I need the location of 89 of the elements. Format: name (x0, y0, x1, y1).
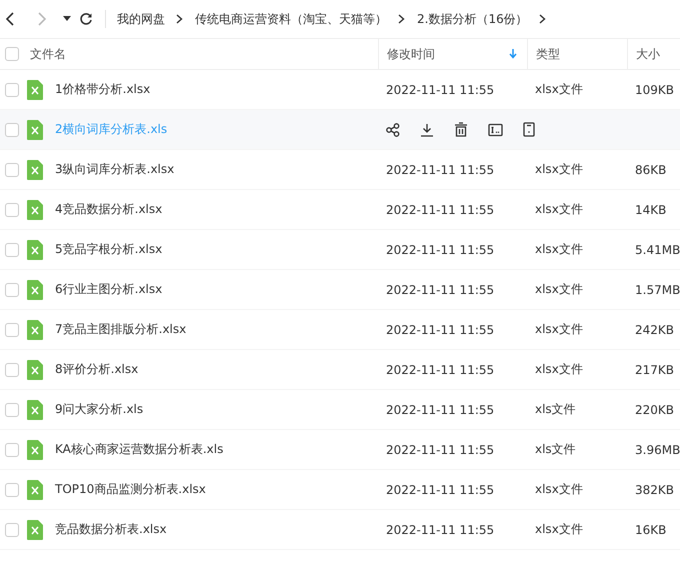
column-header[interactable]: 文件名 (30, 46, 66, 62)
file-name[interactable]: 4竞品数据分析.xlsx (55, 201, 162, 218)
row-checkbox[interactable] (5, 322, 19, 336)
file-name[interactable]: KA核心商家运营数据分析表.xls (55, 441, 224, 458)
modified-time: 2022-11-11 11:55 (386, 522, 494, 536)
row-checkbox[interactable] (5, 282, 19, 296)
chevron-icon (176, 14, 183, 24)
file-name[interactable]: 8评价分析.xlsx (55, 361, 138, 378)
file-name[interactable]: TOP10商品监测分析表.xlsx (55, 481, 206, 498)
file-type: xlsx文件 (535, 202, 583, 216)
file-name[interactable]: 7竞品主图排版分析.xlsx (55, 321, 186, 338)
spreadsheet-file-icon (27, 160, 43, 180)
modified-time: 2022-11-11 11:55 (386, 82, 494, 96)
forward-icon[interactable] (37, 12, 47, 26)
breadcrumb-item[interactable]: 传统电商运营资料（淘宝、天猫等） (195, 10, 387, 28)
file-size: 1.57MB (635, 282, 680, 296)
row-checkbox[interactable] (5, 162, 19, 176)
details-icon[interactable] (523, 122, 535, 137)
column-header[interactable]: 修改时间 (387, 46, 435, 62)
row-checkbox[interactable] (5, 522, 19, 536)
file-type: xlsx文件 (535, 242, 583, 256)
row-checkbox[interactable] (5, 402, 19, 416)
file-type: xls文件 (535, 402, 576, 416)
modified-time: 2022-11-11 11:55 (386, 402, 494, 416)
file-size: 5.41MB (635, 242, 680, 256)
row-checkbox[interactable] (5, 82, 19, 96)
share-icon[interactable] (386, 122, 400, 136)
row-checkbox[interactable] (5, 202, 19, 216)
modified-time: 2022-11-11 11:55 (386, 442, 494, 456)
file-name[interactable]: 3纵向词库分析表.xlsx (55, 161, 174, 178)
file-name[interactable]: 1价格带分析.xlsx (55, 81, 150, 98)
file-type: xlsx文件 (535, 362, 583, 376)
spreadsheet-file-icon (27, 320, 43, 340)
dropdown-icon[interactable] (63, 16, 71, 22)
spreadsheet-file-icon (27, 440, 43, 460)
file-size: 109KB (635, 82, 674, 96)
file-type: xlsx文件 (535, 82, 583, 96)
delete-icon[interactable] (454, 122, 468, 137)
file-type: xlsx文件 (535, 282, 583, 296)
file-size: 217KB (635, 362, 674, 376)
row-checkbox[interactable] (5, 122, 19, 136)
sort-arrow-icon[interactable] (509, 49, 517, 59)
spreadsheet-file-icon (27, 80, 43, 100)
file-type: xlsx文件 (535, 522, 583, 536)
modified-time: 2022-11-11 11:55 (386, 362, 494, 376)
modified-time: 2022-11-11 11:55 (386, 242, 494, 256)
select-all-checkbox[interactable] (5, 47, 19, 61)
spreadsheet-file-icon (27, 480, 43, 500)
breadcrumb-item[interactable]: 2.数据分析（16份） (417, 10, 528, 28)
row-checkbox[interactable] (5, 442, 19, 456)
row-checkbox[interactable] (5, 362, 19, 376)
file-type: xlsx文件 (535, 162, 583, 176)
modified-time: 2022-11-11 11:55 (386, 162, 494, 176)
file-size: 382KB (635, 482, 674, 496)
file-size: 16KB (635, 522, 666, 536)
row-checkbox[interactable] (5, 482, 19, 496)
file-type: xlsx文件 (535, 322, 583, 336)
chevron-icon (538, 14, 546, 24)
modified-time: 2022-11-11 11:55 (386, 482, 494, 496)
rename-icon[interactable] (488, 122, 503, 136)
refresh-icon[interactable] (79, 12, 93, 26)
row-checkbox[interactable] (5, 242, 19, 256)
modified-time: 2022-11-11 11:55 (386, 202, 494, 216)
modified-time: 2022-11-11 11:55 (386, 282, 494, 296)
file-size: 14KB (635, 202, 666, 216)
download-icon[interactable] (420, 122, 434, 136)
file-size: 220KB (635, 402, 674, 416)
file-name[interactable]: 竞品数据分析表.xlsx (55, 521, 167, 538)
column-header[interactable]: 类型 (536, 46, 560, 62)
file-size: 3.96MB (635, 442, 680, 456)
file-type: xls文件 (535, 442, 576, 456)
column-header[interactable]: 大小 (636, 46, 660, 62)
spreadsheet-file-icon (27, 200, 43, 220)
chevron-icon (398, 14, 405, 24)
spreadsheet-file-icon (27, 400, 43, 420)
file-name[interactable]: 5竞品字根分析.xlsx (55, 241, 162, 258)
modified-time: 2022-11-11 11:55 (386, 322, 494, 336)
spreadsheet-file-icon (27, 280, 43, 300)
spreadsheet-file-icon (27, 240, 43, 260)
back-icon[interactable] (5, 12, 15, 26)
file-name[interactable]: 9问大家分析.xls (55, 401, 144, 418)
spreadsheet-file-icon (27, 120, 43, 140)
spreadsheet-file-icon (27, 520, 43, 540)
spreadsheet-file-icon (27, 360, 43, 380)
file-size: 242KB (635, 322, 674, 336)
file-size: 86KB (635, 162, 666, 176)
breadcrumb-item[interactable]: 我的网盘 (117, 10, 165, 28)
file-name[interactable]: 6行业主图分析.xlsx (55, 281, 162, 298)
file-type: xlsx文件 (535, 482, 583, 496)
